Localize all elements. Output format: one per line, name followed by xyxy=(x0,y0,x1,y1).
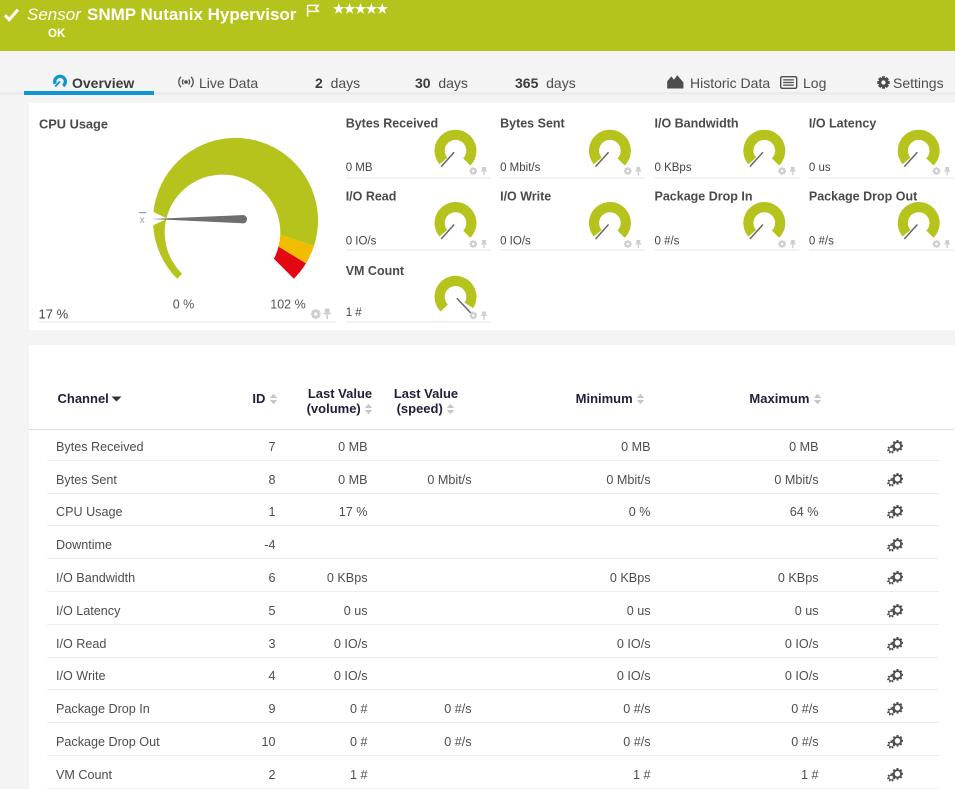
svg-text:102 %: 102 % xyxy=(270,298,305,312)
svg-text:I/O Latency: I/O Latency xyxy=(808,117,875,131)
svg-text:0 KBps: 0 KBps xyxy=(654,162,691,174)
svg-text:Bytes Received: Bytes Received xyxy=(345,117,437,131)
svg-text:0 us: 0 us xyxy=(808,162,830,174)
svg-text:0 #/s: 0 #/s xyxy=(654,236,679,248)
svg-text:Package Drop In: Package Drop In xyxy=(654,190,752,204)
svg-text:Bytes Sent: Bytes Sent xyxy=(500,117,565,131)
svg-text:I/O Read: I/O Read xyxy=(345,190,396,204)
svg-text:CPU Usage: CPU Usage xyxy=(39,117,108,132)
svg-text:17 %: 17 % xyxy=(38,307,68,322)
svg-text:VM Count: VM Count xyxy=(345,264,404,278)
svg-text:x: x xyxy=(139,215,144,226)
svg-text:0 MB: 0 MB xyxy=(345,162,372,174)
svg-text:0 #/s: 0 #/s xyxy=(808,236,833,248)
svg-text:0 IO/s: 0 IO/s xyxy=(345,236,376,248)
svg-text:0 IO/s: 0 IO/s xyxy=(500,236,531,248)
svg-text:0 Mbit/s: 0 Mbit/s xyxy=(500,162,541,174)
svg-text:0 %: 0 % xyxy=(172,298,194,312)
svg-text:I/O Bandwidth: I/O Bandwidth xyxy=(654,117,738,131)
svg-text:1 #: 1 # xyxy=(345,307,362,319)
svg-text:I/O Write: I/O Write xyxy=(500,190,551,204)
svg-text:Package Drop Out: Package Drop Out xyxy=(808,190,917,204)
